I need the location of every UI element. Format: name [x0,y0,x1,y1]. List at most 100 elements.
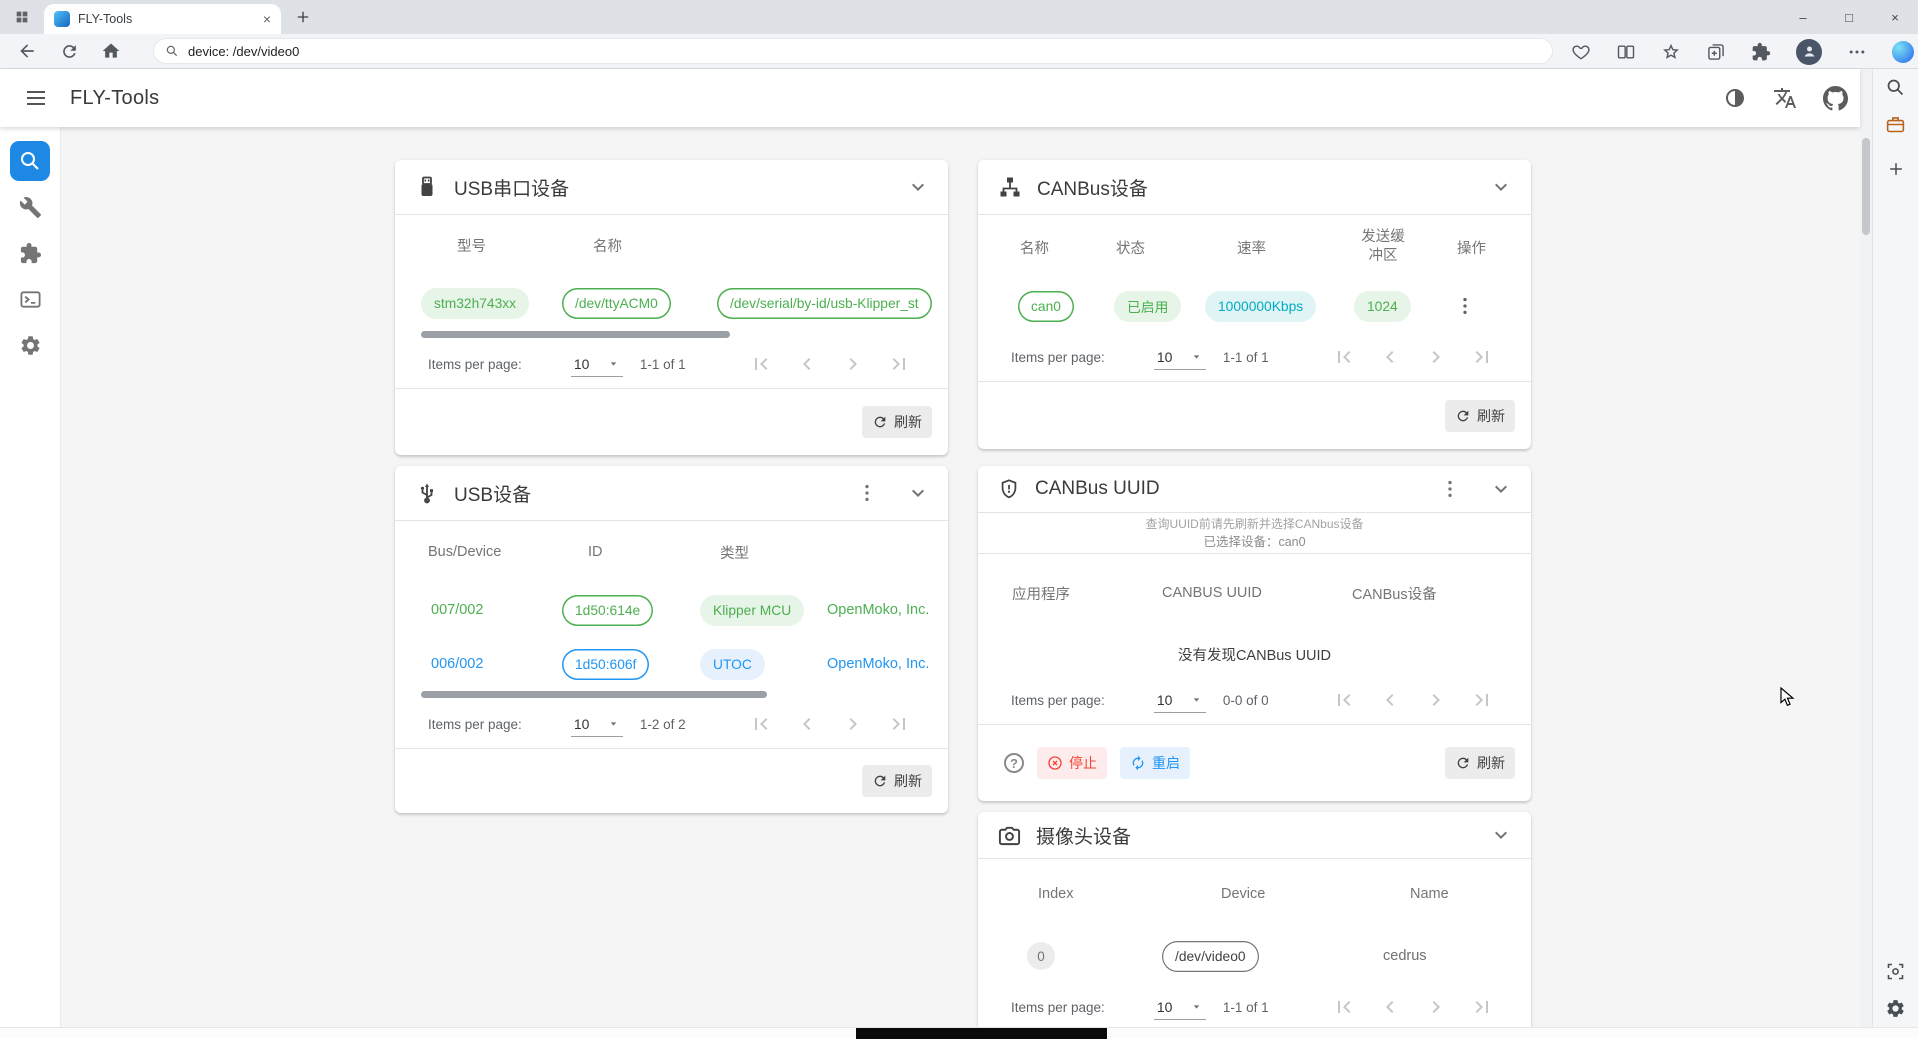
github-icon[interactable] [1823,86,1848,111]
refresh-button[interactable]: 刷新 [1445,400,1515,432]
canbus-card-header[interactable]: CANBus设备 [978,160,1531,214]
extensions-icon[interactable] [1751,42,1771,62]
next-page-button[interactable] [841,352,865,376]
favorites-icon[interactable] [1661,42,1681,62]
reload-button[interactable] [52,36,86,66]
tab-close-icon[interactable]: × [263,12,271,26]
edge-screenshot-icon[interactable] [1885,961,1906,982]
items-per-page-select[interactable]: 10 [1154,344,1206,370]
prev-page-button[interactable] [1378,995,1402,1019]
refresh-icon [872,414,888,430]
table-row: stm32h743xx /dev/ttyACM0 /dev/serial/by-… [410,275,933,331]
items-per-page-select[interactable]: 10 [1154,994,1206,1020]
collapse-button[interactable] [900,169,936,205]
first-page-button[interactable] [749,712,773,736]
page-scrollbar[interactable] [1860,69,1872,1027]
theme-toggle-icon[interactable] [1723,86,1747,110]
last-page-button[interactable] [1470,995,1494,1019]
chevron-down-icon [1489,175,1513,199]
vendor-cell: OpenMoko, Inc. G [827,656,933,672]
stop-button[interactable]: 停止 [1037,747,1107,779]
prev-page-button[interactable] [795,712,819,736]
column-header-buffer: 发送缓冲区 [1359,228,1407,266]
usb-serial-card-header[interactable]: USB串口设备 [395,160,948,214]
address-bar[interactable]: device: /dev/video0 [153,38,1553,64]
refresh-button[interactable]: 刷新 [1445,747,1515,779]
collapse-button[interactable] [1483,169,1519,205]
browser-essentials-icon[interactable] [1571,42,1591,62]
camera-card-header[interactable]: 摄像头设备 [978,812,1531,858]
sidebar-item-tools[interactable] [10,187,50,227]
new-tab-icon[interactable] [294,8,312,26]
window-close-button[interactable]: × [1872,0,1918,34]
last-page-button[interactable] [1470,688,1494,712]
sidebar-item-device-query[interactable] [10,141,50,181]
table-row: 007/002 1d50:614e Klipper MCU OpenMoko, … [410,583,933,637]
prev-page-button[interactable] [1378,345,1402,369]
last-page-icon [887,352,911,376]
prev-page-button[interactable] [795,352,819,376]
help-icon[interactable] [1004,753,1024,773]
home-button[interactable] [94,36,128,66]
card-title: USB设备 [454,480,531,507]
chevron-down-icon [1489,477,1513,501]
split-screen-icon[interactable] [1616,42,1636,62]
first-page-button[interactable] [1332,995,1356,1019]
collapse-button[interactable] [900,475,936,511]
caret-down-icon [1190,693,1203,706]
next-page-button[interactable] [1424,688,1448,712]
first-page-button[interactable] [749,352,773,376]
browser-menu-icon[interactable] [1847,42,1867,62]
card-menu-button[interactable] [849,475,885,511]
chevron-down-icon [1489,823,1513,847]
copilot-icon[interactable] [1892,41,1914,63]
edge-toolbox-icon[interactable] [1885,114,1906,135]
card-actions: 刷新 [395,749,948,813]
collapse-button[interactable] [1483,471,1519,507]
items-per-page-select[interactable]: 10 [571,351,623,377]
first-page-button[interactable] [1332,688,1356,712]
last-page-button[interactable] [1470,345,1494,369]
menu-icon[interactable] [24,86,48,110]
translate-icon[interactable] [1773,86,1797,110]
next-page-button[interactable] [1424,995,1448,1019]
restart-button[interactable]: 重启 [1120,747,1190,779]
collections-icon[interactable] [1706,42,1726,62]
prev-page-button[interactable] [1378,688,1402,712]
refresh-icon [1455,408,1471,424]
horizontal-scrollbar[interactable] [410,331,933,340]
edge-add-icon[interactable] [1886,159,1906,179]
profile-avatar[interactable] [1796,39,1822,65]
last-page-button[interactable] [887,712,911,736]
sidebar-item-terminal[interactable] [10,279,50,319]
items-per-page-select[interactable]: 10 [1154,687,1206,713]
first-page-button[interactable] [1332,345,1356,369]
uuid-card-header[interactable]: CANBus UUID [978,466,1531,512]
pagination-nav [1332,688,1494,712]
minimize-button[interactable]: – [1780,0,1826,34]
scrollbar-thumb[interactable] [421,691,767,698]
card-menu-button[interactable] [1432,471,1468,507]
edge-settings-icon[interactable] [1885,998,1906,1019]
search-icon [165,44,179,58]
items-per-page-select[interactable]: 10 [571,711,623,737]
maximize-button[interactable]: □ [1826,0,1872,34]
refresh-button[interactable]: 刷新 [862,406,932,438]
tab-actions-icon[interactable] [14,9,30,25]
next-page-button[interactable] [841,712,865,736]
browser-tab[interactable]: FLY-Tools × [44,4,281,34]
next-page-button[interactable] [1424,345,1448,369]
usb-devices-card-header[interactable]: USB设备 [395,466,948,520]
scrollbar-thumb[interactable] [1862,138,1870,235]
row-actions-button[interactable] [1447,288,1483,324]
back-button[interactable] [10,36,44,66]
last-page-button[interactable] [887,352,911,376]
sidebar-item-plugins[interactable] [10,233,50,273]
sidebar-item-settings[interactable] [10,325,50,365]
scrollbar-thumb[interactable] [421,331,730,338]
horizontal-scrollbar[interactable] [410,691,933,700]
edge-search-icon[interactable] [1885,77,1906,98]
chevron-left-icon [1378,345,1402,369]
refresh-button[interactable]: 刷新 [862,765,932,797]
collapse-button[interactable] [1483,817,1519,853]
